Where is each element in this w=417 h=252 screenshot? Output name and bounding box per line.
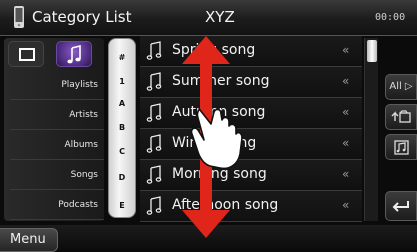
- list-item[interactable]: Summer song «: [140, 67, 362, 98]
- scrollbar[interactable]: [364, 38, 378, 221]
- song-list: Spring song « Summer song « Autumn song …: [140, 36, 362, 223]
- song-title: Autumn song: [172, 104, 266, 120]
- music-note-icon: [146, 72, 162, 91]
- list-view-button[interactable]: [8, 41, 44, 67]
- music-note-icon: [146, 196, 162, 215]
- chevron-left-icon: «: [342, 105, 350, 119]
- folder-music-icon: [394, 140, 409, 155]
- menu-button[interactable]: Menu: [0, 228, 58, 252]
- return-button[interactable]: [385, 191, 417, 221]
- list-view-icon: [19, 48, 35, 61]
- return-icon: [392, 201, 409, 212]
- song-title: Spring song: [172, 42, 256, 58]
- music-note-icon: [146, 165, 162, 184]
- index-letter[interactable]: C: [109, 147, 135, 156]
- chevron-left-icon: «: [342, 43, 350, 57]
- music-note-icon: [146, 134, 162, 153]
- alphabet-index-bar[interactable]: # 1 A B C D E: [108, 38, 136, 218]
- source-title: XYZ: [205, 8, 235, 26]
- index-letter[interactable]: A: [109, 99, 135, 108]
- up-folder-icon: [391, 110, 411, 123]
- chevron-left-icon: «: [342, 198, 350, 212]
- song-title: Afternoon song: [172, 197, 279, 213]
- index-letter[interactable]: B: [109, 123, 135, 132]
- song-title: Summer song: [172, 73, 270, 89]
- category-item-playlists[interactable]: Playlists: [10, 70, 104, 100]
- folder-music-button[interactable]: [385, 134, 417, 160]
- song-title: Morning song: [172, 166, 267, 182]
- chevron-left-icon: «: [342, 74, 350, 88]
- bottom-bar: Menu: [0, 225, 417, 252]
- page-title: Category List: [32, 8, 132, 26]
- index-letter[interactable]: 1: [109, 77, 135, 86]
- scroll-thumb[interactable]: [367, 40, 377, 62]
- music-note-icon: [146, 41, 162, 60]
- index-letter[interactable]: D: [109, 173, 135, 182]
- list-item[interactable]: Winter song «: [140, 129, 362, 160]
- chevron-left-icon: «: [342, 136, 350, 150]
- list-item[interactable]: Spring song «: [140, 36, 362, 67]
- list-item[interactable]: Morning song «: [140, 160, 362, 191]
- category-panel: Playlists Artists Albums Songs Podcasts: [4, 38, 104, 221]
- chevron-left-icon: «: [342, 167, 350, 181]
- category-item-artists[interactable]: Artists: [10, 100, 104, 130]
- category-item-podcasts[interactable]: Podcasts: [10, 190, 104, 220]
- music-note-icon: [67, 44, 81, 64]
- index-letter[interactable]: E: [109, 201, 135, 210]
- clock: 00:00: [375, 12, 406, 23]
- list-item[interactable]: Afternoon song «: [140, 191, 362, 222]
- category-list-screen: Category List XYZ 00:00 Playlists Artist…: [0, 0, 417, 252]
- up-folder-button[interactable]: [385, 104, 417, 130]
- music-category-button[interactable]: [56, 41, 92, 67]
- header-bar: Category List XYZ 00:00: [0, 0, 417, 36]
- category-item-albums[interactable]: Albums: [10, 130, 104, 160]
- song-title: Winter song: [172, 135, 257, 151]
- phone-icon: [14, 6, 24, 28]
- index-letter[interactable]: #: [109, 53, 135, 62]
- category-item-songs[interactable]: Songs: [10, 160, 104, 190]
- all-button[interactable]: All ▷: [385, 74, 417, 100]
- music-note-icon: [146, 103, 162, 122]
- list-item[interactable]: Autumn song «: [140, 98, 362, 129]
